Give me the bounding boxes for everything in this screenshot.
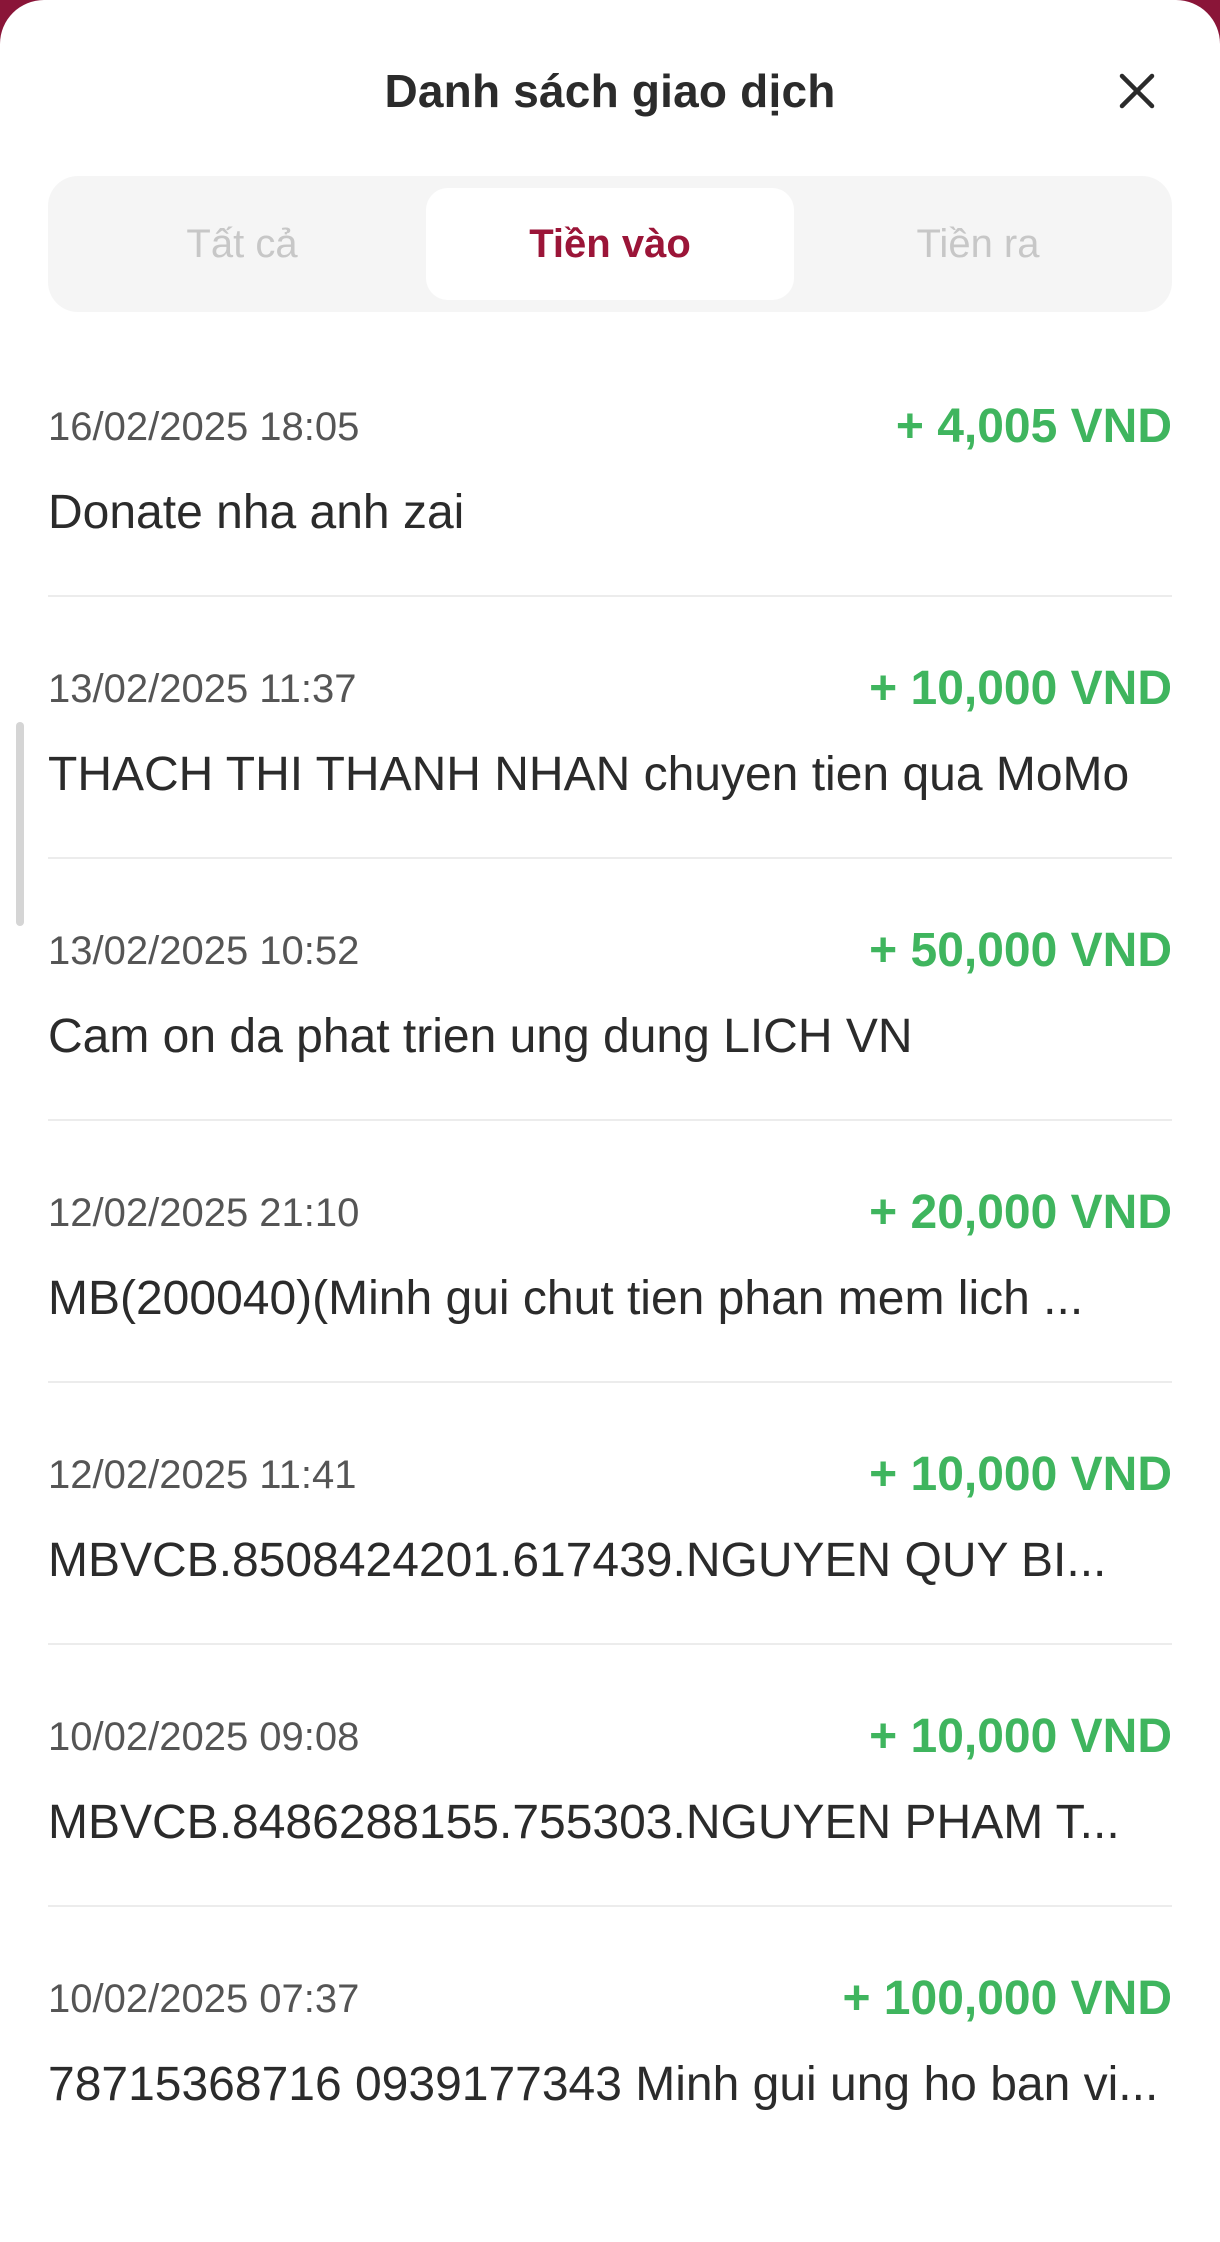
transaction-time: 12/02/2025 11:41 — [48, 1453, 357, 1497]
page-title: Danh sách giao dịch — [384, 65, 836, 117]
transaction-amount: + 100,000 VND — [842, 1972, 1172, 2025]
tab-money-out[interactable]: Tiền ra — [794, 188, 1162, 300]
transaction-time: 13/02/2025 10:52 — [48, 929, 360, 973]
transaction-description: MBVCB.8508424201.617439.NGUYEN QUY BI... — [48, 1534, 1107, 1587]
sheet-header: Danh sách giao dịch — [0, 0, 1220, 170]
transaction-row[interactable]: 13/02/2025 10:52 + 50,000 VND Cam on da … — [48, 859, 1172, 1121]
transaction-row[interactable]: 10/02/2025 07:37 + 100,000 VND 787153687… — [48, 1907, 1172, 2169]
tab-all[interactable]: Tất cả — [58, 188, 426, 300]
transaction-row[interactable]: 10/02/2025 09:08 + 10,000 VND MBVCB.8486… — [48, 1645, 1172, 1907]
transaction-amount: + 20,000 VND — [869, 1186, 1172, 1239]
transaction-list: 16/02/2025 18:05 + 4,005 VND Donate nha … — [48, 335, 1172, 2169]
transaction-amount: + 4,005 VND — [895, 400, 1172, 453]
transaction-amount: + 50,000 VND — [869, 924, 1172, 977]
transaction-time: 16/02/2025 18:05 — [48, 405, 360, 449]
transaction-list-sheet: Danh sách giao dịch Tất cả Tiền vào Tiền… — [0, 0, 1220, 2242]
transaction-amount: + 10,000 VND — [869, 662, 1172, 715]
close-icon — [1119, 73, 1155, 109]
transaction-time: 12/02/2025 21:10 — [48, 1191, 360, 1235]
transaction-description: THACH THI THANH NHAN chuyen tien qua MoM… — [48, 748, 1130, 801]
transaction-amount: + 10,000 VND — [869, 1448, 1172, 1501]
transaction-row[interactable]: 13/02/2025 11:37 + 10,000 VND THACH THI … — [48, 597, 1172, 859]
transaction-amount: + 10,000 VND — [869, 1710, 1172, 1763]
transaction-description: Cam on da phat trien ung dung LICH VN — [48, 1010, 913, 1063]
transaction-description: 78715368716 0939177343 Minh gui ung ho b… — [48, 2058, 1159, 2111]
transaction-row[interactable]: 16/02/2025 18:05 + 4,005 VND Donate nha … — [48, 335, 1172, 597]
transaction-time: 13/02/2025 11:37 — [48, 667, 357, 711]
close-button[interactable] — [1112, 66, 1162, 116]
transaction-time: 10/02/2025 07:37 — [48, 1977, 360, 2021]
transaction-description: Donate nha anh zai — [48, 486, 465, 539]
filter-tabs: Tất cả Tiền vào Tiền ra — [48, 176, 1172, 312]
transaction-description: MB(200040)(Minh gui chut tien phan mem l… — [48, 1272, 1084, 1325]
transaction-row[interactable]: 12/02/2025 11:41 + 10,000 VND MBVCB.8508… — [48, 1383, 1172, 1645]
transaction-time: 10/02/2025 09:08 — [48, 1715, 360, 1759]
transaction-row[interactable]: 12/02/2025 21:10 + 20,000 VND MB(200040)… — [48, 1121, 1172, 1383]
scrollbar[interactable] — [16, 722, 24, 926]
tab-money-in[interactable]: Tiền vào — [426, 188, 794, 300]
transaction-description: MBVCB.8486288155.755303.NGUYEN PHAM T... — [48, 1796, 1120, 1849]
